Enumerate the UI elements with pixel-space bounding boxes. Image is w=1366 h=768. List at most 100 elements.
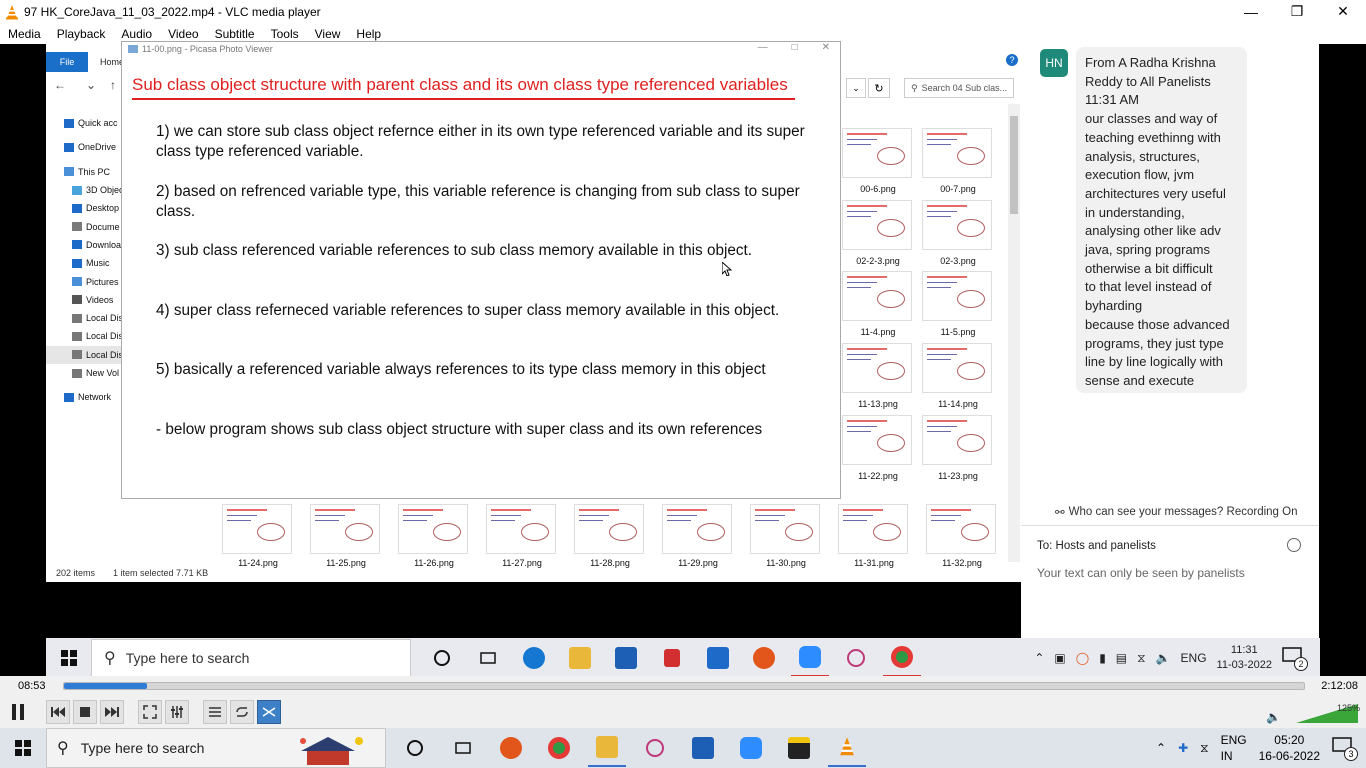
wifi-icon[interactable]: ⧖ (1137, 651, 1145, 666)
minimize-button[interactable]: — (1228, 0, 1274, 23)
record-icon[interactable] (745, 639, 783, 677)
network-tray-icon[interactable]: ▤ (1116, 651, 1127, 665)
pause-button[interactable] (0, 700, 36, 724)
sticky-notes-icon[interactable] (780, 729, 818, 767)
thumbnail[interactable] (842, 128, 912, 178)
thumbnail[interactable] (922, 128, 992, 178)
thumbnail[interactable] (838, 504, 908, 554)
battery-icon[interactable]: ▮ (1099, 651, 1106, 665)
folder-icon[interactable] (561, 639, 599, 677)
chrome-icon[interactable] (883, 639, 921, 677)
tree-item[interactable]: 3D Objec (46, 181, 122, 199)
menu-media[interactable]: Media (0, 27, 49, 41)
previous-button[interactable] (46, 700, 70, 724)
refresh-icon[interactable]: ↻ (868, 78, 890, 98)
folder-icon[interactable] (588, 729, 626, 767)
scrollbar-thumb[interactable] (1010, 116, 1018, 214)
zoom-icon[interactable] (732, 729, 770, 767)
cortana-icon[interactable] (423, 639, 461, 677)
thumbnail[interactable] (842, 200, 912, 250)
recipient-selector[interactable]: To: Hosts and panelists (1037, 540, 1156, 552)
notification-icon[interactable]: 2 (1282, 647, 1308, 671)
taskbar-search[interactable]: ⚲ Type here to search (46, 728, 386, 768)
thumbnail[interactable] (486, 504, 556, 554)
search-box[interactable]: ⚲ Search 04 Sub clas... (904, 78, 1014, 98)
tree-item[interactable]: Quick acc (46, 114, 122, 132)
picasa-minimize-button[interactable]: — (758, 42, 768, 53)
extended-settings-button[interactable] (165, 700, 189, 724)
plus-icon[interactable]: ✚ (1178, 741, 1188, 755)
ribbon-home-tab[interactable]: Home (88, 57, 124, 67)
edge-icon[interactable] (515, 639, 553, 677)
chrome-icon[interactable] (540, 729, 578, 767)
menu-audio[interactable]: Audio (113, 27, 160, 41)
tree-item[interactable]: Network (46, 388, 122, 406)
emoji-icon[interactable] (1287, 538, 1301, 552)
thumbnail[interactable] (398, 504, 468, 554)
tree-item[interactable]: Local Dis (46, 309, 122, 327)
task-view-icon[interactable] (469, 639, 507, 677)
taskbar-clock[interactable]: 11:31 11-03-2022 (1217, 643, 1272, 673)
thumbnail[interactable] (922, 415, 992, 465)
chat-input[interactable]: Your text can only be seen by panelists (1037, 566, 1245, 580)
record-icon[interactable] (492, 729, 530, 767)
thumbnail[interactable] (842, 415, 912, 465)
snipping-tool-icon[interactable] (837, 639, 875, 677)
menu-tools[interactable]: Tools (263, 27, 307, 41)
tree-item[interactable]: Desktop (46, 199, 122, 217)
tree-item[interactable]: This PC (46, 163, 122, 181)
cortana-icon[interactable] (396, 729, 434, 767)
back-icon[interactable]: ← (54, 78, 66, 92)
menu-subtitle[interactable]: Subtitle (207, 27, 263, 41)
snipping-tool-icon[interactable] (636, 729, 674, 767)
tree-item[interactable]: Music (46, 254, 122, 272)
thumbnail[interactable] (922, 271, 992, 321)
windows-start-icon[interactable] (0, 728, 46, 768)
thumbnail[interactable] (750, 504, 820, 554)
thumbnail[interactable] (574, 504, 644, 554)
menu-video[interactable]: Video (160, 27, 206, 41)
menu-playback[interactable]: Playback (49, 27, 114, 41)
wifi-icon[interactable]: ⧖ (1200, 741, 1208, 756)
tray-app-icon[interactable]: ▣ (1054, 651, 1065, 665)
privacy-notice[interactable]: ⚯ Who can see your messages? Recording O… (1055, 505, 1297, 519)
loop-button[interactable] (230, 700, 254, 724)
tree-item[interactable]: Local Dis (46, 327, 122, 345)
restore-button[interactable]: ❐ (1274, 0, 1320, 23)
windows-start-icon[interactable] (46, 638, 91, 678)
picasa-maximize-button[interactable]: □ (792, 42, 798, 53)
zoom-icon[interactable] (791, 639, 829, 677)
store-icon[interactable] (684, 729, 722, 767)
menu-help[interactable]: Help (348, 27, 389, 41)
task-view-icon[interactable] (444, 729, 482, 767)
menu-view[interactable]: View (307, 27, 349, 41)
shuffle-button[interactable] (257, 700, 281, 724)
store-icon[interactable] (607, 639, 645, 677)
taskbar-search[interactable]: ⚲ Type here to search (91, 639, 411, 677)
thumbnail[interactable] (310, 504, 380, 554)
thumbnail[interactable] (926, 504, 996, 554)
language-indicator[interactable]: ENG (1181, 651, 1207, 665)
thumbnail[interactable] (222, 504, 292, 554)
thumbnail[interactable] (842, 343, 912, 393)
thumbnail[interactable] (922, 343, 992, 393)
stop-button[interactable] (73, 700, 97, 724)
playlist-button[interactable] (203, 700, 227, 724)
notification-icon[interactable]: 3 (1332, 737, 1358, 761)
help-icon[interactable]: ? (1006, 54, 1018, 66)
tree-item[interactable]: Videos (46, 291, 122, 309)
tree-item[interactable]: OneDrive (46, 138, 122, 156)
up-icon[interactable]: ↑ (110, 78, 116, 92)
speaker-icon[interactable]: 🔈 (1156, 651, 1171, 665)
thumbnail[interactable] (842, 271, 912, 321)
tray-circle-icon[interactable]: ◯ (1076, 651, 1089, 665)
fullscreen-button[interactable] (138, 700, 162, 724)
thumbnail[interactable] (662, 504, 732, 554)
mail-icon[interactable] (699, 639, 737, 677)
thumbnail[interactable] (922, 200, 992, 250)
chevron-up-icon[interactable]: ⌃ (1034, 651, 1044, 665)
scrollbar[interactable] (1008, 104, 1020, 562)
next-button[interactable] (100, 700, 124, 724)
tree-item[interactable]: New Vol (46, 364, 122, 382)
gift-icon[interactable] (653, 639, 691, 677)
